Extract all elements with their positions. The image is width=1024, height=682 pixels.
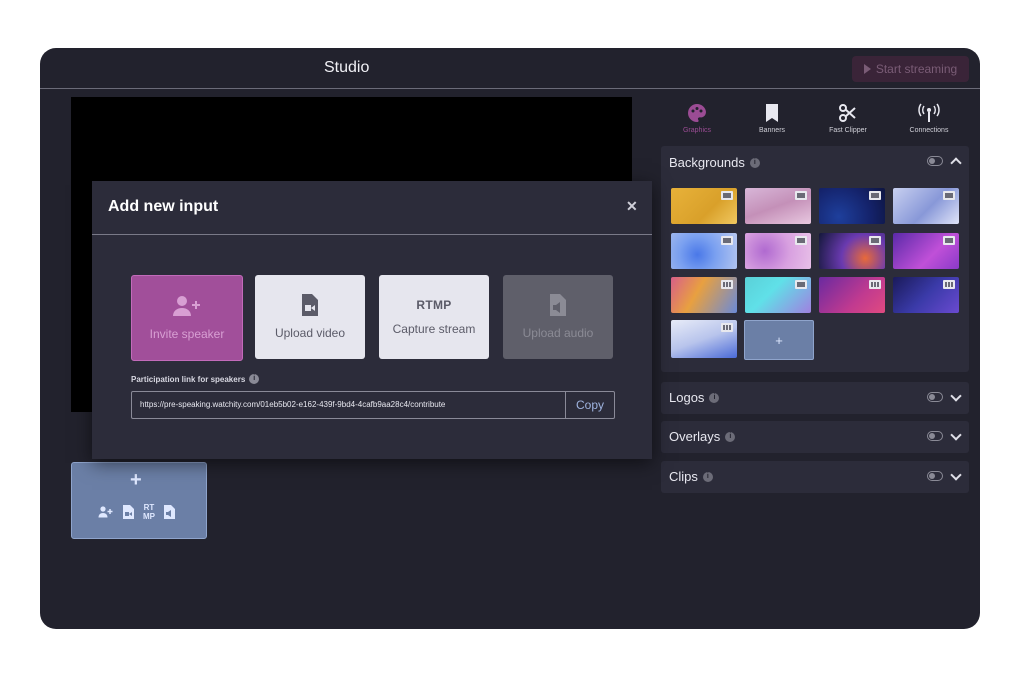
rtmp-icon: RTMP (416, 298, 452, 312)
header: Studio Start streaming (40, 48, 980, 89)
image-icon (943, 191, 955, 200)
clips-title: Clips (669, 469, 698, 484)
backgrounds-toggle[interactable] (927, 156, 943, 166)
add-background-button[interactable]: + (744, 320, 814, 360)
background-thumbnail[interactable] (745, 277, 811, 313)
tab-banners[interactable]: Banners (737, 102, 807, 134)
background-thumbnail[interactable] (819, 233, 885, 269)
background-thumbnail[interactable] (671, 188, 737, 224)
chevron-down-icon[interactable] (950, 390, 962, 402)
user-plus-icon (173, 296, 200, 316)
background-thumbnail[interactable] (671, 277, 737, 313)
video-file-icon (302, 294, 318, 316)
image-icon (795, 191, 807, 200)
backgrounds-title: Backgrounds (669, 155, 745, 170)
image-icon (869, 191, 881, 200)
video-icon (869, 280, 881, 289)
capture-stream-button[interactable]: RTMP Capture stream (379, 275, 489, 359)
audio-file-icon (164, 505, 175, 519)
clips-header[interactable]: Clips i (669, 469, 713, 484)
image-icon (721, 191, 733, 200)
overlays-toggle[interactable] (927, 431, 943, 441)
video-icon (721, 280, 733, 289)
image-icon (943, 236, 955, 245)
scissors-icon (839, 104, 856, 122)
page-title: Studio (324, 59, 370, 76)
overlays-title: Overlays (669, 429, 721, 444)
background-thumbnail[interactable] (671, 233, 737, 269)
overlays-header[interactable]: Overlays i (669, 429, 736, 444)
info-icon: i (249, 374, 260, 384)
modal-title: Add new input (108, 198, 219, 215)
modal-header: Add new input ✕ (92, 181, 652, 235)
image-icon (721, 236, 733, 245)
background-thumbnail[interactable] (893, 233, 959, 269)
palette-icon (688, 103, 706, 122)
tab-fast-clipper[interactable]: Fast Clipper (813, 102, 883, 134)
tab-banners-label: Banners (758, 127, 786, 134)
upload-video-label: Upload video (274, 326, 346, 340)
chevron-down-icon[interactable] (950, 429, 962, 441)
background-thumbnail[interactable] (819, 188, 885, 224)
background-thumbnail[interactable] (893, 188, 959, 224)
plus-icon: + (130, 469, 142, 491)
chevron-down-icon[interactable] (950, 469, 962, 481)
upload-audio-label: Upload audio (522, 326, 594, 340)
video-icon (943, 280, 955, 289)
video-file-icon (123, 505, 134, 519)
image-icon (795, 236, 807, 245)
background-thumbnail[interactable] (893, 277, 959, 313)
info-icon: i (709, 392, 720, 403)
logos-section: Logos i (661, 382, 969, 414)
info-icon: i (702, 471, 713, 482)
background-thumbnail[interactable] (671, 320, 737, 358)
background-thumbnail[interactable] (745, 188, 811, 224)
close-icon[interactable]: ✕ (626, 198, 638, 215)
image-icon (795, 280, 807, 289)
start-streaming-label: Start streaming (875, 62, 958, 76)
logos-title: Logos (669, 390, 705, 405)
tab-graphics[interactable]: Graphics (662, 102, 732, 134)
add-input-modal: Add new input ✕ Invite speaker Upload vi… (92, 181, 652, 459)
upload-audio-button[interactable]: Upload audio (503, 275, 613, 359)
tab-fast-clipper-label: Fast Clipper (829, 127, 867, 134)
info-icon: i (725, 431, 736, 442)
audio-file-icon (550, 294, 566, 316)
backgrounds-header[interactable]: Backgrounds i (669, 155, 760, 170)
bookmark-icon (766, 104, 778, 122)
background-thumbnail[interactable] (819, 277, 885, 313)
antenna-icon (918, 103, 940, 122)
rtmp-icon: RTMP (143, 503, 155, 521)
tab-graphics-label: Graphics (682, 127, 711, 134)
participation-link-label: Participation link for speakers i (131, 374, 260, 384)
image-icon (869, 236, 881, 245)
add-input-tile[interactable]: + RT MP (71, 462, 207, 539)
play-icon (863, 64, 871, 74)
overlays-section: Overlays i (661, 421, 969, 453)
user-plus-icon (98, 506, 113, 518)
copy-button[interactable]: Copy (565, 392, 614, 418)
tab-connections[interactable]: Connections (894, 102, 964, 134)
logos-header[interactable]: Logos i (669, 390, 720, 405)
start-streaming-button[interactable]: Start streaming (852, 56, 969, 82)
invite-speaker-label: Invite speaker (149, 327, 225, 341)
clips-toggle[interactable] (927, 471, 943, 481)
participation-link-row: Copy (131, 391, 615, 419)
logos-toggle[interactable] (927, 392, 943, 402)
background-thumbnail[interactable] (745, 233, 811, 269)
clips-section: Clips i (661, 461, 969, 493)
chevron-up-icon[interactable] (950, 157, 962, 169)
upload-video-button[interactable]: Upload video (255, 275, 365, 359)
studio-app: Studio Start streaming + RT MP Graphics B… (40, 48, 980, 629)
video-icon (721, 323, 733, 332)
info-icon: i (749, 157, 760, 168)
backgrounds-panel: Backgrounds i + (661, 146, 969, 372)
tab-connections-label: Connections (909, 127, 949, 134)
participation-link-field[interactable] (132, 392, 565, 418)
capture-stream-label: Capture stream (392, 322, 476, 336)
invite-speaker-button[interactable]: Invite speaker (131, 275, 243, 361)
